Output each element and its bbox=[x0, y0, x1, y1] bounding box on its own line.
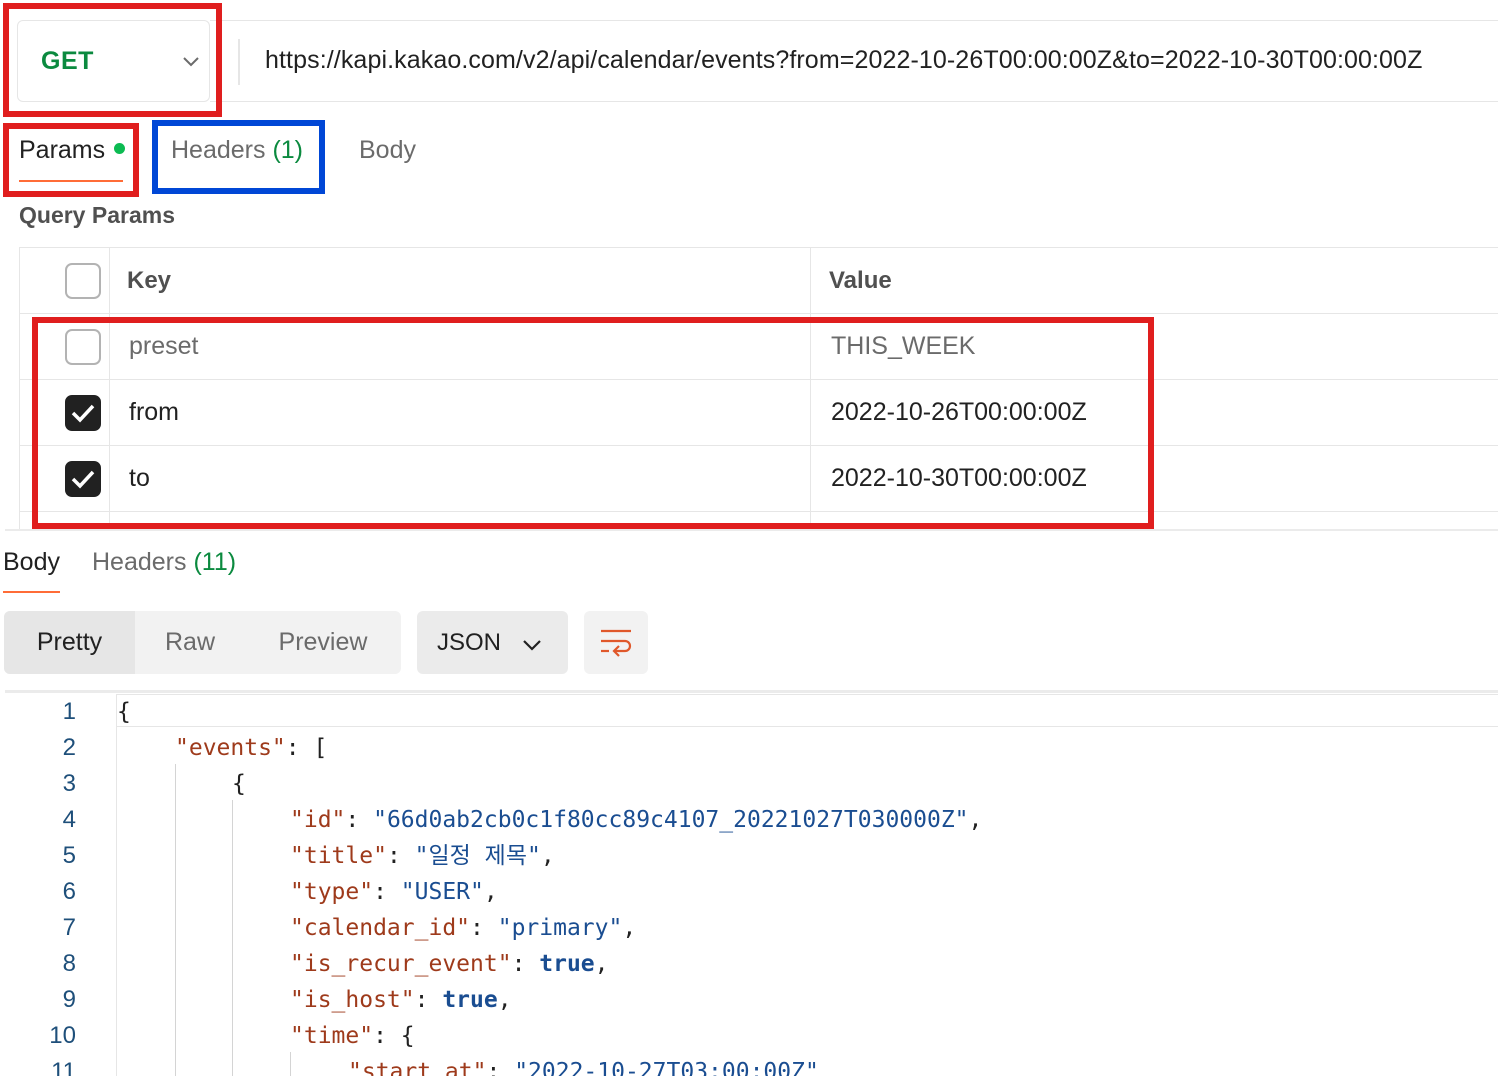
json-punct: : bbox=[373, 879, 401, 905]
json-key: "title" bbox=[290, 843, 387, 869]
code-line: 7 "calendar_id": "primary", bbox=[0, 910, 1498, 946]
view-mode-group: Pretty Raw Preview bbox=[4, 611, 401, 674]
code-top-border bbox=[5, 690, 1498, 693]
code-text: { bbox=[232, 771, 246, 797]
select-all-checkbox[interactable] bbox=[65, 263, 101, 299]
line-number: 8 bbox=[62, 950, 76, 977]
active-tab-indicator bbox=[3, 591, 60, 593]
tab-response-headers-label: Headers bbox=[92, 548, 187, 576]
json-punct: , bbox=[968, 807, 983, 833]
code-line: 8 "is_recur_event": true, bbox=[0, 946, 1498, 982]
json-punct: , bbox=[622, 915, 637, 941]
json-boolean: true bbox=[539, 951, 595, 977]
pretty-button[interactable]: Pretty bbox=[4, 611, 135, 674]
json-key: "time" bbox=[290, 1023, 374, 1049]
url-input[interactable]: https://kapi.kakao.com/v2/api/calendar/e… bbox=[265, 46, 1422, 75]
chevron-down-icon bbox=[523, 640, 541, 651]
annotation-frame-params-rows bbox=[32, 317, 1154, 529]
json-string: "2022-10-27T03:00:00Z" bbox=[514, 1059, 819, 1076]
json-punct: : bbox=[386, 843, 415, 869]
response-headers-count: (11) bbox=[193, 548, 237, 576]
code-line: 4 "id": "66d0ab2cb0c1f80cc89c4107_202210… bbox=[0, 802, 1498, 838]
json-punct: : bbox=[414, 987, 443, 1013]
column-divider bbox=[810, 248, 811, 313]
json-punct: : bbox=[470, 915, 498, 941]
json-punct: : { bbox=[373, 1023, 415, 1049]
json-punct: : [ bbox=[285, 735, 328, 761]
query-params-title: Query Params bbox=[19, 202, 175, 228]
json-key: "events" bbox=[175, 735, 286, 761]
line-number: 3 bbox=[62, 770, 76, 797]
json-punct: , bbox=[497, 987, 512, 1013]
line-number: 5 bbox=[62, 842, 76, 869]
tab-body[interactable]: Body bbox=[359, 136, 416, 165]
json-key: "type" bbox=[290, 879, 374, 905]
code-line: 6 "type": "USER", bbox=[0, 874, 1498, 910]
json-key: "is_host" bbox=[290, 987, 415, 1013]
table-header-row: Key Value bbox=[20, 248, 1498, 314]
json-punct: : bbox=[511, 951, 540, 977]
word-wrap-button[interactable] bbox=[584, 611, 648, 674]
json-punct: : bbox=[486, 1059, 515, 1076]
word-wrap-icon bbox=[601, 629, 632, 657]
line-number: 2 bbox=[62, 734, 76, 761]
line-number: 1 bbox=[62, 698, 76, 725]
tab-response-body[interactable]: Body bbox=[3, 548, 60, 577]
json-string: "USER" bbox=[400, 879, 484, 905]
code-text: { bbox=[117, 699, 131, 725]
json-key: "is_recur_event" bbox=[290, 951, 512, 977]
response-code-viewer[interactable]: 1 { 2 "events": [ 3 { 4 "id": "66d0ab2cb… bbox=[0, 694, 1498, 1076]
preview-button[interactable]: Preview bbox=[245, 611, 401, 674]
column-divider bbox=[109, 248, 110, 313]
json-punct: , bbox=[483, 879, 498, 905]
annotation-frame-method bbox=[3, 3, 222, 117]
line-number: 4 bbox=[62, 806, 76, 833]
format-label: JSON bbox=[437, 629, 502, 656]
json-boolean: true bbox=[442, 987, 498, 1013]
line-number: 6 bbox=[62, 878, 76, 905]
format-select[interactable]: JSON bbox=[417, 611, 568, 674]
json-string: "primary" bbox=[497, 915, 623, 941]
code-line: 3 { bbox=[0, 766, 1498, 802]
json-punct: : bbox=[345, 807, 374, 833]
code-line: 5 "title": "일정 제목", bbox=[0, 838, 1498, 874]
response-divider bbox=[5, 529, 1498, 531]
code-line: 11 "start_at": "2022-10-27T03:00:00Z" bbox=[0, 1054, 1498, 1076]
tab-response-headers[interactable]: Headers (11) bbox=[92, 548, 236, 577]
json-key: "start_at" bbox=[348, 1059, 487, 1076]
json-key: "id" bbox=[290, 807, 346, 833]
raw-button[interactable]: Raw bbox=[135, 611, 245, 674]
json-key: "calendar_id" bbox=[290, 915, 471, 941]
json-string: "66d0ab2cb0c1f80cc89c4107_20221027T03000… bbox=[373, 807, 969, 833]
json-string: "일정 제목" bbox=[414, 843, 541, 869]
url-divider bbox=[238, 39, 240, 85]
annotation-frame-params-tab bbox=[3, 123, 139, 197]
code-line: 9 "is_host": true, bbox=[0, 982, 1498, 1018]
json-punct: , bbox=[594, 951, 609, 977]
line-number: 9 bbox=[62, 986, 76, 1013]
line-number: 7 bbox=[62, 914, 76, 941]
line-number: 11 bbox=[51, 1058, 76, 1076]
key-column-header: Key bbox=[127, 267, 172, 294]
json-punct: , bbox=[540, 843, 555, 869]
code-line: 2 "events": [ bbox=[0, 730, 1498, 766]
code-line: 10 "time": { bbox=[0, 1018, 1498, 1054]
line-number: 10 bbox=[49, 1022, 76, 1049]
value-column-header: Value bbox=[829, 267, 892, 294]
url-field[interactable]: https://kapi.kakao.com/v2/api/calendar/e… bbox=[210, 20, 1498, 102]
annotation-frame-headers-tab bbox=[152, 120, 325, 194]
code-line: 1 { bbox=[0, 694, 1498, 730]
